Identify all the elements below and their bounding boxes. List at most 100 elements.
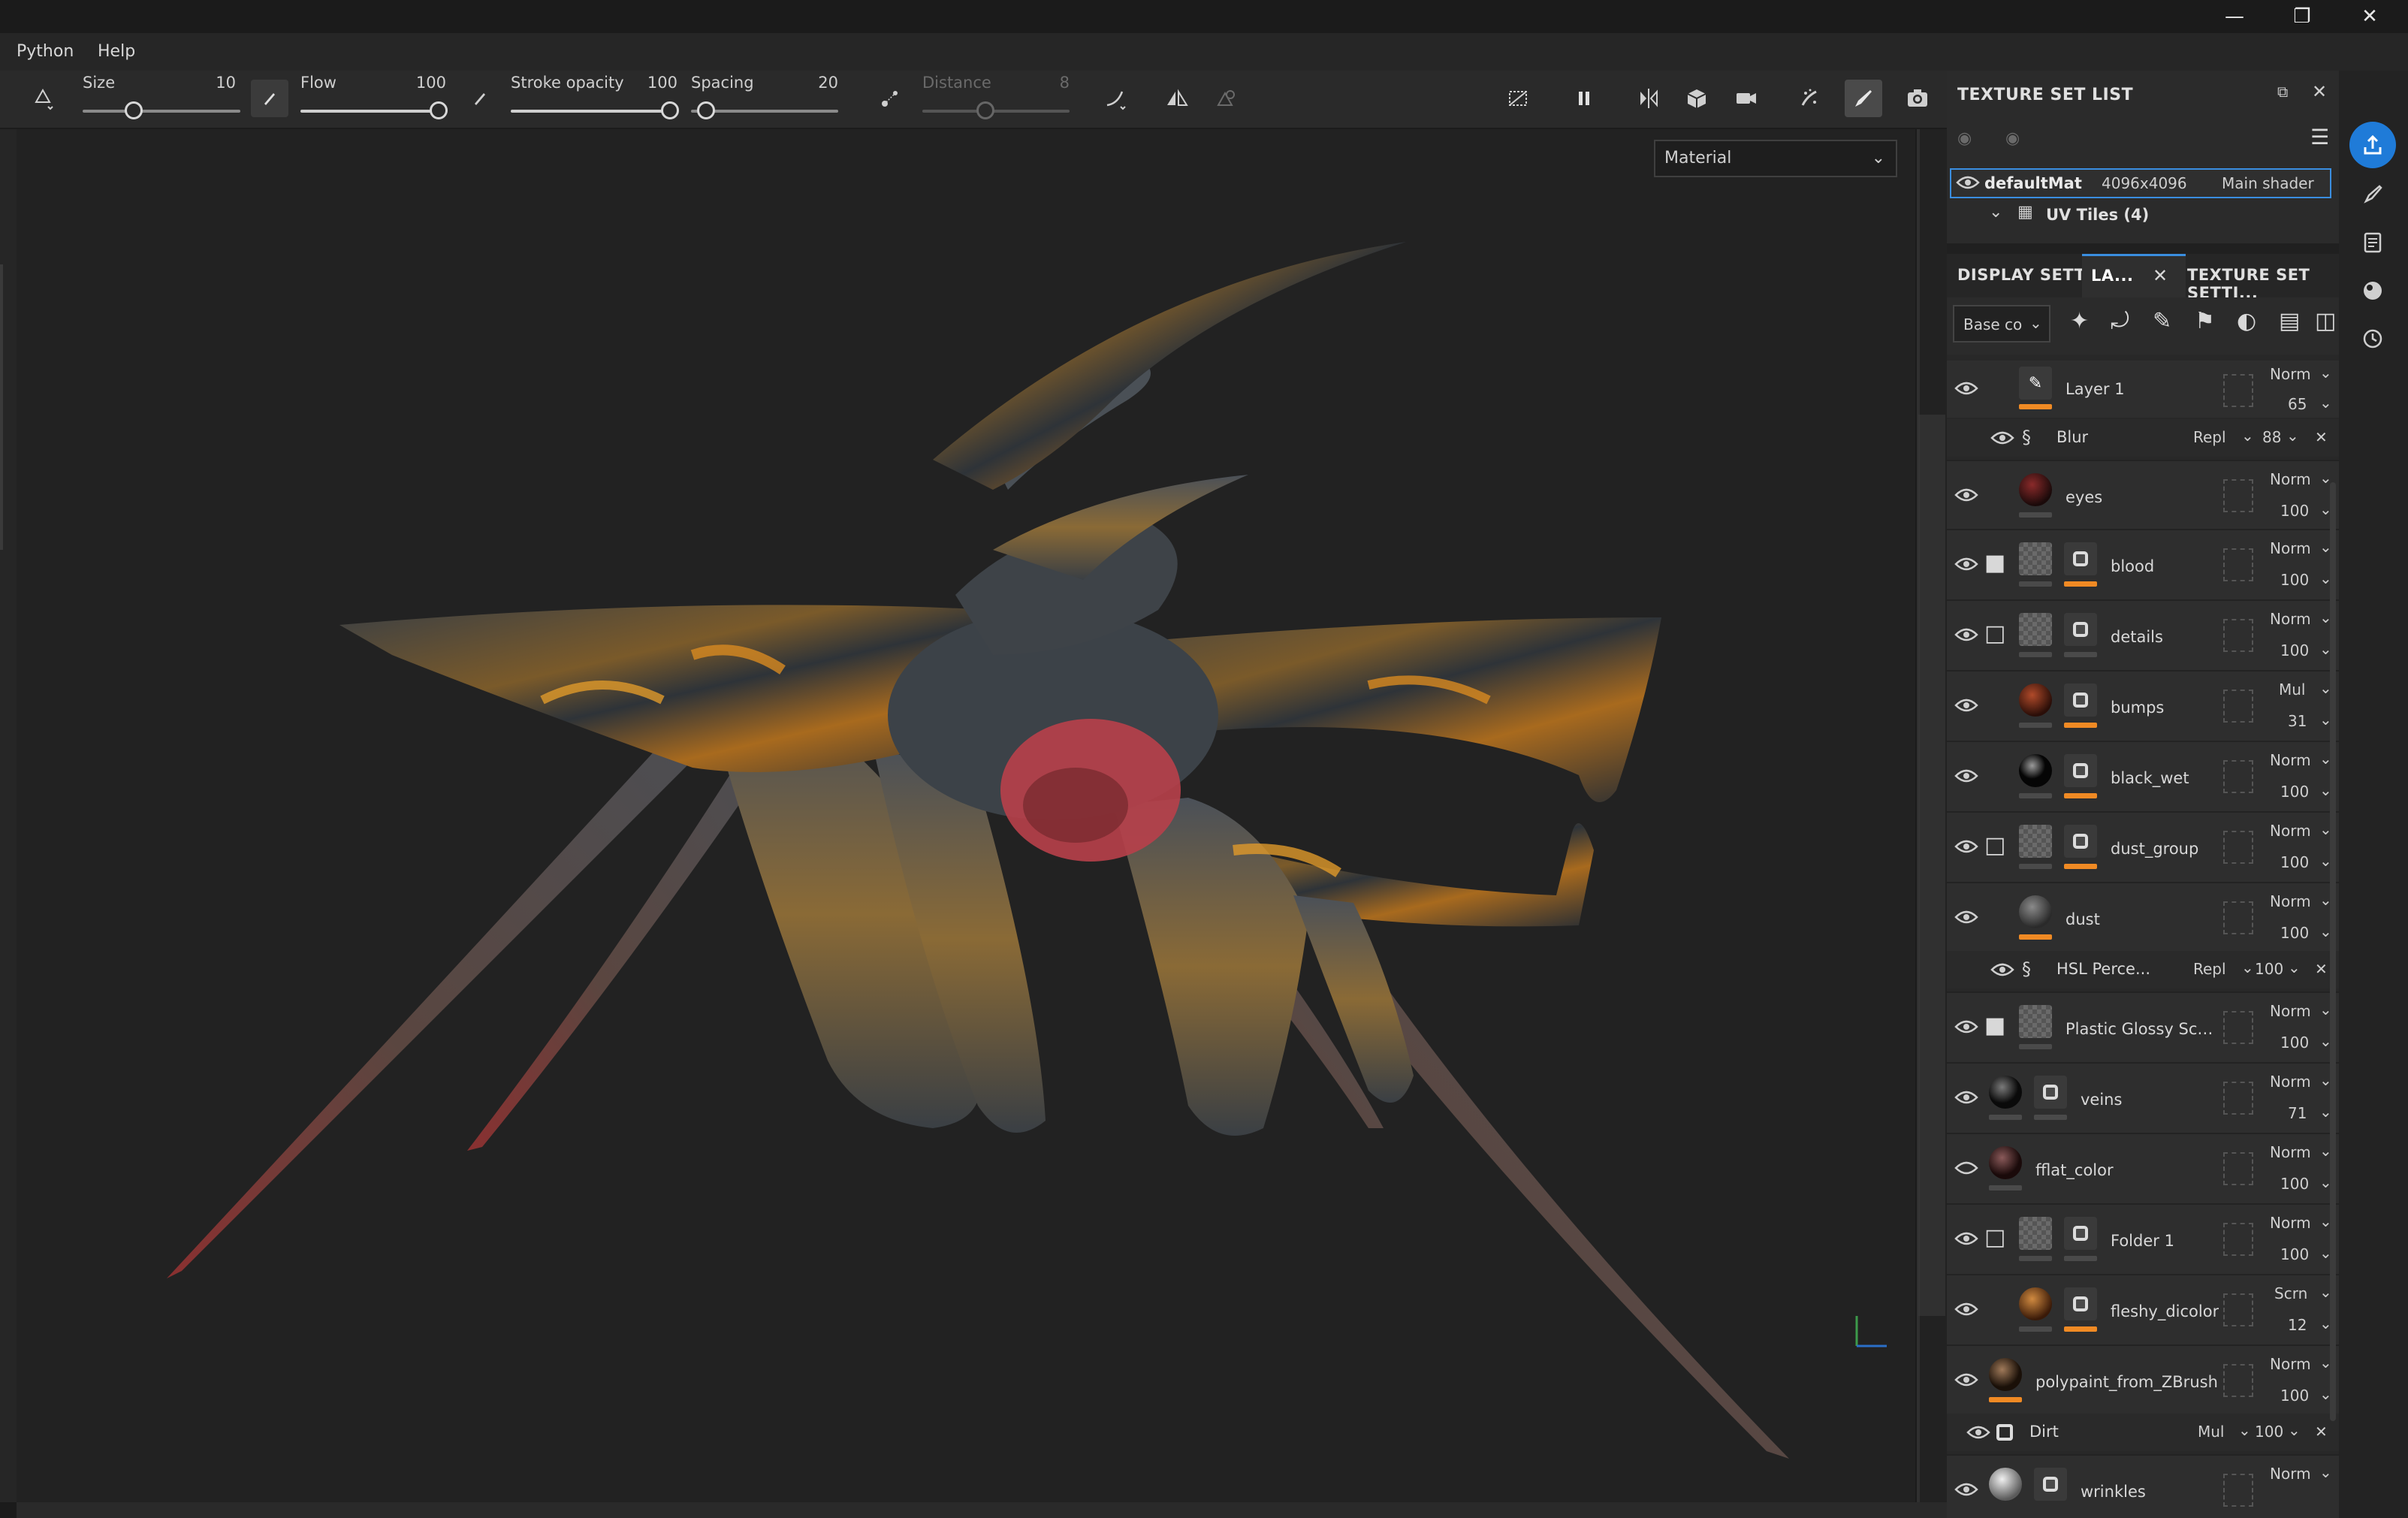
- eye-icon[interactable]: [1954, 1481, 1978, 1501]
- split-view-icon[interactable]: [1630, 80, 1667, 117]
- tab-layers[interactable]: LA... ✕: [2082, 254, 2186, 297]
- eye-hidden-icon[interactable]: [1954, 1160, 1978, 1179]
- eye-icon[interactable]: [1954, 909, 1978, 928]
- blend-mode[interactable]: Norm: [2270, 1143, 2311, 1161]
- screenshot-icon[interactable]: [1899, 80, 1936, 117]
- 3d-view-icon[interactable]: [1678, 80, 1715, 117]
- magic-wand-icon[interactable]: ✦: [2070, 308, 2089, 334]
- blend-mode[interactable]: Norm: [2270, 365, 2311, 383]
- hide-selection-icon[interactable]: [1499, 80, 1537, 117]
- texture-set-shader[interactable]: Main shader: [2222, 174, 2314, 192]
- eye-icon[interactable]: [1954, 1230, 1978, 1250]
- effect-row[interactable]: Dirt Mul ⌄ 100 ⌄ ✕: [1947, 1414, 2339, 1451]
- properties-icon[interactable]: [2349, 219, 2396, 266]
- blend-mode[interactable]: Norm: [2270, 610, 2311, 628]
- eye-icon[interactable]: [1954, 1301, 1978, 1320]
- layer-row[interactable]: □ details Norm ⌄ 100 ⌄: [1947, 599, 2339, 670]
- eye-icon[interactable]: [1954, 838, 1978, 858]
- effect-opacity[interactable]: 100: [2255, 1423, 2283, 1441]
- channel-select[interactable]: Base co ⌄: [1953, 305, 2050, 343]
- effect-opacity[interactable]: 88: [2262, 428, 2281, 446]
- mask-icon[interactable]: [2064, 825, 2097, 858]
- fill-bucket-icon[interactable]: ⚑: [2195, 308, 2215, 334]
- eye-icon[interactable]: [1990, 961, 2014, 981]
- layer-opacity[interactable]: 65: [2288, 395, 2307, 413]
- chevron-down-icon[interactable]: ⌄: [1989, 203, 2002, 222]
- hide-all-icon[interactable]: ◉: [1957, 129, 1972, 148]
- effect-blend[interactable]: Mul: [2198, 1423, 2225, 1441]
- minimize-button[interactable]: —: [2201, 0, 2268, 33]
- close-tab-icon[interactable]: ✕: [2153, 265, 2168, 286]
- uv-tiles-label[interactable]: UV Tiles (4): [2046, 206, 2149, 224]
- eye-icon[interactable]: [1954, 1372, 1978, 1391]
- layers-scrollbar[interactable]: [2330, 482, 2336, 1421]
- layer-row[interactable]: □ Folder 1 Norm ⌄ 100 ⌄: [1947, 1203, 2339, 1274]
- lazy-mouse-icon[interactable]: [871, 80, 909, 117]
- layer-opacity[interactable]: 100: [2280, 571, 2309, 589]
- pen-pressure-size-icon[interactable]: [251, 80, 288, 117]
- layer-row[interactable]: veins Norm ⌄ 71 ⌄: [1947, 1062, 2339, 1133]
- folder-icon[interactable]: ■: [1984, 550, 2005, 576]
- mask-icon[interactable]: [2064, 1287, 2097, 1320]
- layer-row[interactable]: □ dust_group Norm ⌄ 100 ⌄: [1947, 811, 2339, 882]
- layer-opacity[interactable]: 100: [2280, 1034, 2309, 1052]
- stroke-opacity-slider-handle[interactable]: [661, 101, 679, 119]
- eye-icon[interactable]: [1954, 1089, 1978, 1109]
- blend-mode[interactable]: Norm: [2270, 1355, 2311, 1373]
- blend-mode[interactable]: Scrn: [2274, 1284, 2307, 1302]
- delete-layer-icon[interactable]: ◫: [2315, 308, 2336, 334]
- layer-row[interactable]: polypaint_from_ZBrush Norm ⌄ 100 ⌄: [1947, 1344, 2339, 1414]
- physics-brush-icon[interactable]: [1791, 80, 1828, 117]
- mask-icon[interactable]: [2034, 1076, 2067, 1109]
- effect-blend[interactable]: Repl: [2193, 960, 2226, 978]
- layer-opacity[interactable]: 100: [2280, 1387, 2309, 1405]
- layer-opacity[interactable]: 100: [2280, 1175, 2309, 1193]
- eye-icon[interactable]: [1954, 487, 1978, 506]
- flow-slider-handle[interactable]: [430, 101, 448, 119]
- blend-mode[interactable]: Norm: [2270, 1465, 2311, 1483]
- eye-icon[interactable]: [1954, 697, 1978, 717]
- layer-row[interactable]: ✎ Layer 1 Norm ⌄ 65 ⌄: [1947, 361, 2339, 418]
- effect-row[interactable]: § Blur Repl ⌄ 88 ⌄ ✕: [1947, 419, 2339, 457]
- blend-mode[interactable]: Norm: [2270, 1214, 2311, 1232]
- layer-opacity[interactable]: 100: [2280, 502, 2309, 520]
- layer-opacity[interactable]: 100: [2280, 1245, 2309, 1263]
- stroke-alignment-icon[interactable]: [1097, 80, 1134, 117]
- mask-icon[interactable]: [2034, 1468, 2067, 1501]
- tab-texture-set-settings[interactable]: TEXTURE SET SETTI...: [2187, 266, 2339, 302]
- size-slider-handle[interactable]: [125, 101, 143, 119]
- size-value[interactable]: 10: [188, 74, 236, 92]
- add-paint-layer-icon[interactable]: ✎: [2153, 308, 2171, 334]
- blend-mode[interactable]: Norm: [2270, 1002, 2311, 1020]
- symmetry-icon[interactable]: [1158, 80, 1196, 117]
- blend-mode[interactable]: Norm: [2270, 892, 2311, 910]
- texture-set-row[interactable]: defaultMat 4096x4096 Main shader: [1950, 168, 2331, 198]
- folder-open-icon[interactable]: □: [1984, 620, 2005, 647]
- mask-icon[interactable]: [2064, 542, 2097, 575]
- close-panel-icon[interactable]: ✕: [2312, 81, 2327, 102]
- eye-icon[interactable]: [1954, 1019, 1978, 1038]
- restore-button[interactable]: ❐: [2268, 0, 2336, 33]
- layer-row[interactable]: fflat_color Norm ⌄ 100 ⌄: [1947, 1133, 2339, 1203]
- spacing-value[interactable]: 20: [790, 74, 838, 92]
- blend-mode[interactable]: Norm: [2270, 751, 2311, 769]
- layer-opacity[interactable]: 100: [2280, 783, 2309, 801]
- menu-python[interactable]: Python: [17, 33, 74, 71]
- brush-preset-icon[interactable]: [24, 80, 62, 117]
- remove-effect-icon[interactable]: ✕: [2315, 1423, 2328, 1441]
- layer-row[interactable]: eyes Norm ⌄ 100 ⌄: [1947, 460, 2339, 529]
- add-fill-layer-icon[interactable]: ⤾: [2111, 308, 2129, 334]
- symmetry-options-icon[interactable]: [1206, 80, 1244, 117]
- eye-icon[interactable]: [1966, 1424, 1990, 1444]
- layer-opacity[interactable]: 71: [2288, 1104, 2307, 1122]
- layer-opacity[interactable]: 100: [2280, 641, 2309, 659]
- mask-icon[interactable]: [2064, 1217, 2097, 1250]
- layer-opacity[interactable]: 31: [2288, 712, 2307, 730]
- folder-open-icon[interactable]: □: [1984, 1224, 2005, 1251]
- mask-icon[interactable]: [2064, 754, 2097, 787]
- spacing-slider-handle[interactable]: [697, 101, 715, 119]
- layer-opacity[interactable]: 100: [2280, 853, 2309, 871]
- layer-row[interactable]: wrinkles Norm ⌄: [1947, 1454, 2339, 1518]
- layer-row[interactable]: ■ blood Norm ⌄ 100 ⌄: [1947, 529, 2339, 599]
- remove-effect-icon[interactable]: ✕: [2315, 428, 2328, 446]
